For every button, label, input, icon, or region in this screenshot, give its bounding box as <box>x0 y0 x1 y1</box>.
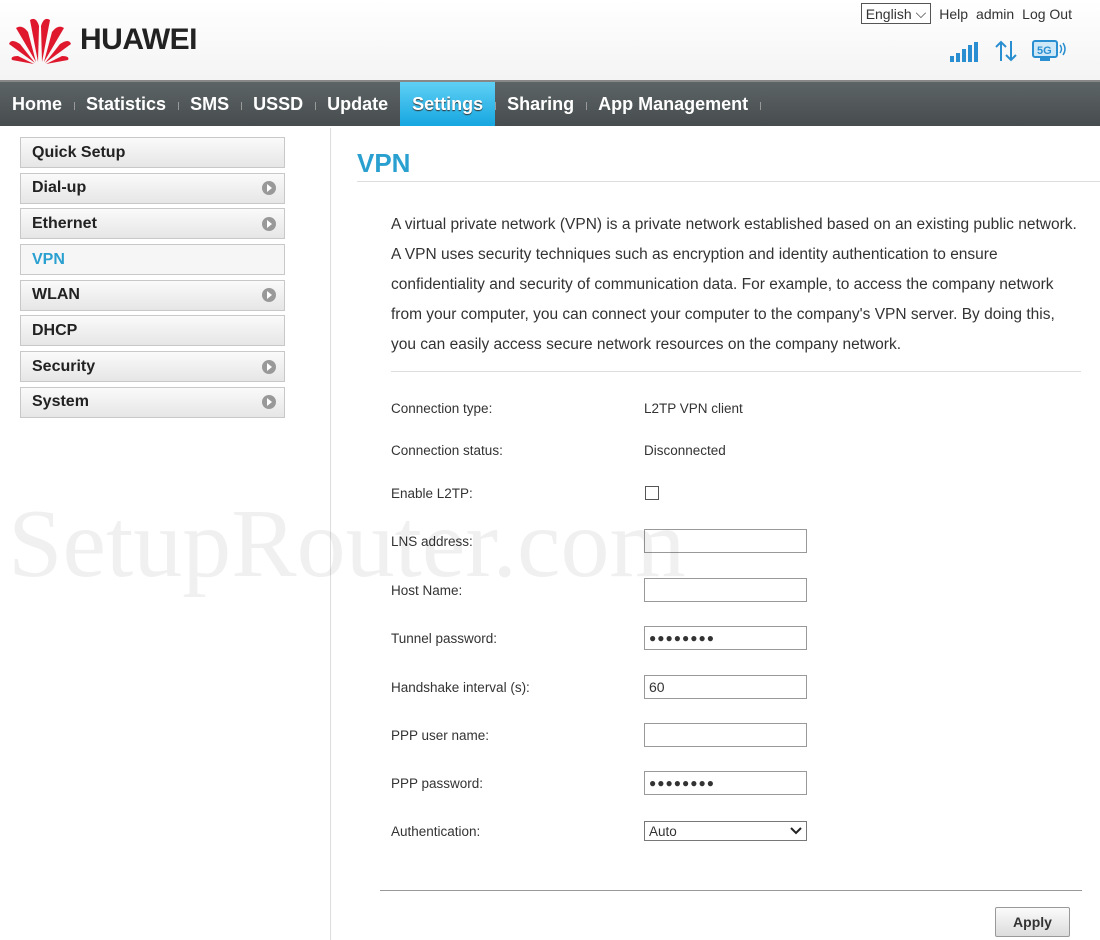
sidebar-item-system[interactable]: System <box>20 386 285 418</box>
brand-name: HUAWEI <box>80 23 198 56</box>
sidebar-item-label: System <box>32 393 89 411</box>
host-name-input[interactable] <box>644 578 807 602</box>
chevron-right-icon <box>262 359 276 374</box>
data-transfer-icon <box>995 40 1017 62</box>
handshake-interval-row: Handshake interval (s): 60 <box>391 675 807 699</box>
chevron-right-icon <box>262 395 276 410</box>
chevron-down-icon <box>790 827 802 835</box>
ppp-password-input[interactable]: ●●●●●●●● <box>644 771 807 795</box>
huawei-logo: HUAWEI <box>8 16 198 64</box>
sidebar-item-label: Quick Setup <box>32 143 126 161</box>
divider <box>330 128 331 940</box>
svg-text:5G: 5G <box>1037 45 1052 57</box>
sidebar-item-quick-setup[interactable]: Quick Setup <box>20 137 285 168</box>
nav-statistics[interactable]: Statistics <box>74 82 180 126</box>
sidebar-item-label: Dial-up <box>32 179 87 197</box>
tunnel-password-row: Tunnel password: ●●●●●●●● <box>391 626 807 650</box>
nav-sharing[interactable]: Sharing <box>495 82 588 126</box>
ppp-password-row: PPP password: ●●●●●●●● <box>391 771 807 795</box>
sidebar-item-label: VPN <box>32 250 65 268</box>
sidebar-item-vpn[interactable]: VPN <box>20 244 285 276</box>
connection-type-value: L2TP VPN client <box>644 400 743 416</box>
divider <box>357 181 1100 182</box>
chevron-right-icon <box>262 216 276 231</box>
enable-l2tp-checkbox[interactable] <box>645 486 659 500</box>
nav-update[interactable]: Update <box>315 82 402 126</box>
sidebar-item-dial-up[interactable]: Dial-up <box>20 172 285 204</box>
sidebar-item-ethernet[interactable]: Ethernet <box>20 208 285 240</box>
page-description: A virtual private network (VPN) is a pri… <box>391 216 1077 353</box>
field-label: PPP password: <box>391 775 484 791</box>
field-label: Authentication: <box>391 823 481 839</box>
admin-link[interactable]: admin <box>976 6 1014 22</box>
connection-type-row: Connection type: L2TP VPN client <box>391 396 743 420</box>
host-name-row: Host Name: <box>391 578 807 602</box>
ppp-user-name-input[interactable] <box>644 723 807 747</box>
nav-settings[interactable]: Settings <box>400 82 497 126</box>
connection-status-value: Disconnected <box>644 442 726 458</box>
authentication-row: Authentication: Auto <box>391 819 807 843</box>
apply-button[interactable]: Apply <box>995 907 1070 937</box>
authentication-select[interactable]: Auto <box>644 821 807 841</box>
ppp-user-name-row: PPP user name: <box>391 723 807 747</box>
tunnel-password-input[interactable]: ●●●●●●●● <box>644 626 807 650</box>
sidebar-item-wlan[interactable]: WLAN <box>20 279 285 311</box>
logout-link[interactable]: Log Out <box>1022 6 1072 22</box>
field-label: Host Name: <box>391 582 463 598</box>
field-label: Handshake interval (s): <box>391 679 530 695</box>
chevron-down-icon: ⌵ <box>915 5 927 21</box>
help-link[interactable]: Help <box>939 6 968 22</box>
nav-home[interactable]: Home <box>0 82 76 126</box>
field-label: Connection status: <box>391 442 503 458</box>
lns-address-row: LNS address: <box>391 529 807 553</box>
field-label: Enable L2TP: <box>391 485 473 501</box>
field-label: Connection type: <box>391 400 493 416</box>
language-select[interactable]: English ⌵ <box>860 3 932 24</box>
header: HUAWEI English ⌵ Help admin Log Out 5G <box>0 0 1100 80</box>
sidebar-item-label: WLAN <box>32 286 80 304</box>
chevron-right-icon <box>262 288 276 303</box>
divider <box>391 371 1081 372</box>
lns-address-input[interactable] <box>644 529 807 553</box>
authentication-value: Auto <box>649 823 677 839</box>
nav-sms[interactable]: SMS <box>178 82 243 126</box>
signal-icon <box>950 42 978 62</box>
handshake-interval-input[interactable]: 60 <box>644 675 807 699</box>
page-title: VPN <box>357 148 411 178</box>
5g-wifi-icon: 5G <box>1032 40 1066 61</box>
sidebar-item-security[interactable]: Security <box>20 351 285 383</box>
enable-l2tp-row: Enable L2TP: <box>391 481 659 505</box>
sidebar: Quick Setup Dial-up Ethernet VPN WLAN DH… <box>20 137 285 423</box>
divider <box>380 890 1082 891</box>
language-value: English <box>865 5 912 22</box>
main-nav: Home Statistics SMS USSD Update Settings… <box>0 80 1100 126</box>
connection-status-row: Connection status: Disconnected <box>391 438 726 462</box>
nav-ussd[interactable]: USSD <box>241 82 317 126</box>
chevron-right-icon <box>262 181 276 196</box>
field-label: Tunnel password: <box>391 630 498 646</box>
huawei-petal-icon <box>9 18 71 64</box>
field-label: LNS address: <box>391 533 473 549</box>
sidebar-item-label: Ethernet <box>32 214 97 232</box>
sidebar-item-dhcp[interactable]: DHCP <box>20 315 285 347</box>
sidebar-item-label: Security <box>32 357 96 375</box>
nav-app-management[interactable]: App Management <box>586 82 762 126</box>
sidebar-item-label: DHCP <box>32 321 78 339</box>
field-label: PPP user name: <box>391 727 490 743</box>
